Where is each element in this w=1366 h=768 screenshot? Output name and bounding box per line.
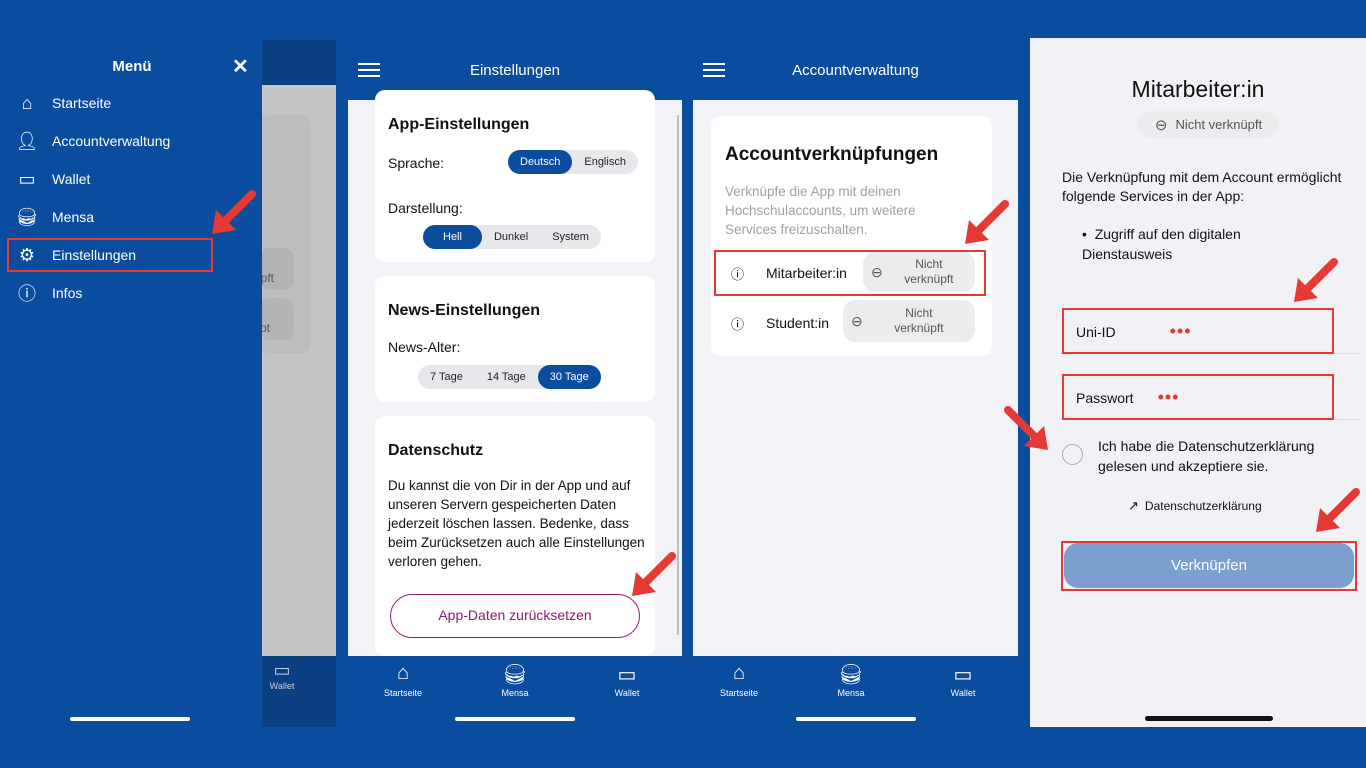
description: Verknüpfe die App mit deinen Hochschulac… — [725, 184, 916, 237]
menu-item-startseite[interactable]: ⌂ Startseite — [12, 84, 262, 122]
option-deutsch[interactable]: Deutsch — [508, 150, 573, 174]
tab-startseite[interactable]: ⌂ Startseite — [709, 662, 769, 698]
close-icon[interactable]: ✕ — [232, 54, 249, 79]
language-selector[interactable]: Deutsch Englisch — [508, 150, 638, 174]
option-30-tage[interactable]: 30 Tage — [537, 365, 601, 389]
food-icon: 🍔︎ — [15, 206, 39, 227]
info-icon[interactable]: ⓘ — [731, 314, 744, 333]
food-icon: 🍔︎ — [838, 664, 864, 686]
card-heading: Accountverknüpfungen — [725, 144, 939, 165]
reset-app-data-button[interactable]: App-Daten zurücksetzen — [390, 594, 640, 638]
tab-bar: ⌂ Startseite 🍔︎ Mensa ▭ Wallet — [348, 656, 682, 727]
tab-wallet[interactable]: ▭ Wallet — [597, 662, 657, 698]
pointer-arrow — [1002, 404, 1052, 454]
card-heading: Datenschutz — [388, 442, 484, 459]
pointer-arrow — [208, 188, 258, 238]
privacy-text: Du kannst die von Dir in der App und auf… — [388, 478, 645, 569]
home-icon: ⌂ — [732, 662, 746, 684]
account-row-student[interactable]: ⓘ Student:in ⊖ Nicht verknüpft — [711, 300, 992, 348]
privacy-card: Datenschutz Du kannst die von Dir in der… — [375, 416, 655, 656]
highlight-box — [714, 250, 986, 296]
theme-selector[interactable]: Hell Dunkel System — [423, 225, 601, 249]
pointer-arrow — [1312, 486, 1362, 536]
tab-startseite[interactable]: ⌂ Startseite — [373, 662, 433, 698]
bg-fragment: pft — [260, 248, 294, 290]
pointer-arrow — [628, 550, 678, 600]
user-icon: 👤︎ — [15, 130, 39, 151]
highlight-box — [1062, 374, 1334, 420]
highlight-box — [1062, 308, 1334, 354]
account-links-card: Accountverknüpfungen Verknüpfe die App m… — [711, 116, 992, 356]
header: Accountverwaltung — [693, 40, 1018, 100]
settings-screen: Einstellungen App-Einstellungen Sprache:… — [348, 40, 682, 727]
option-7-tage[interactable]: 7 Tage — [418, 365, 475, 389]
consent-checkbox[interactable] — [1062, 444, 1083, 465]
menu-item-accountverwaltung[interactable]: 👤︎ Accountverwaltung — [12, 122, 262, 160]
card-heading: App-Einstellungen — [388, 116, 530, 133]
minus-circle-icon: ⊖ — [851, 312, 863, 329]
menu-drawer: Menü ✕ ⌂ Startseite 👤︎ Accountverwaltung ▭… — [2, 40, 262, 727]
menu-icon[interactable] — [703, 63, 725, 77]
news-age-selector[interactable]: 7 Tage 14 Tage 30 Tage — [418, 365, 601, 389]
page-title: Mitarbeiter:in — [1131, 76, 1265, 102]
intro-text: Die Verknüpfung mit dem Account ermöglic… — [1062, 169, 1342, 204]
service-list-item: • Zugriff auf den digitalen Dienstauswei… — [1082, 226, 1241, 262]
tab-wallet[interactable]: ▭ Wallet — [933, 662, 993, 698]
food-icon: 🍔︎ — [502, 664, 528, 686]
status-badge: ⊖ Nicht verknüpft — [1138, 111, 1279, 138]
pointer-arrow — [1290, 256, 1340, 306]
highlight-box — [7, 238, 213, 272]
tab-bar: ⌂ Startseite 🍔︎ Mensa ▭ Wallet — [693, 656, 1018, 727]
language-label: Sprache: — [388, 155, 445, 171]
wallet-icon: ▭ — [617, 664, 637, 686]
card-heading: News-Einstellungen — [388, 302, 541, 319]
tab-mensa[interactable]: 🍔︎ Mensa — [485, 662, 545, 698]
bg-fragment: pt — [260, 298, 294, 340]
news-settings-card: News-Einstellungen News-Alter: 7 Tage 14 … — [375, 276, 655, 402]
home-icon: ⌂ — [21, 92, 33, 113]
news-age-label: News-Alter: — [388, 339, 461, 355]
home-icon: ⌂ — [396, 662, 410, 684]
menu-item-infos[interactable]: ⓘ Infos — [12, 274, 262, 312]
external-link-icon: ↗ — [1128, 498, 1139, 513]
status-badge: ⊖ Nicht verknüpft — [843, 300, 975, 342]
consent-label: Ich habe die Datenschutzerklärung gelese… — [1098, 438, 1315, 474]
account-screen: Accountverwaltung Accountverknüpfungen V… — [693, 40, 1018, 727]
minus-circle-icon: ⊖ — [1154, 116, 1168, 134]
option-14-tage[interactable]: 14 Tage — [475, 365, 538, 389]
menu-icon[interactable] — [358, 63, 380, 77]
menu-screen: pft pt ▭ Wallet Menü ✕ ⌂ Startseite 👤︎ Acco… — [2, 40, 336, 727]
pointer-arrow — [961, 198, 1011, 248]
tab-mensa[interactable]: 🍔︎ Mensa — [821, 662, 881, 698]
theme-label: Darstellung: — [388, 200, 463, 216]
wallet-icon: ▭ — [953, 664, 973, 686]
privacy-policy-link[interactable]: ↗ Datenschutzerklärung — [1128, 498, 1262, 514]
option-englisch[interactable]: Englisch — [572, 150, 638, 174]
highlight-box — [1061, 541, 1357, 591]
app-settings-card: App-Einstellungen Sprache: Deutsch Englis… — [375, 90, 655, 262]
info-icon: ⓘ — [18, 284, 36, 304]
menu-title: Menü — [112, 58, 152, 75]
option-dunkel[interactable]: Dunkel — [482, 225, 540, 249]
home-indicator — [1145, 716, 1273, 721]
option-hell[interactable]: Hell — [423, 225, 482, 249]
wallet-icon: ▭ — [18, 168, 36, 189]
bg-tab-wallet: ▭ Wallet — [269, 660, 295, 691]
option-system[interactable]: System — [540, 225, 601, 249]
